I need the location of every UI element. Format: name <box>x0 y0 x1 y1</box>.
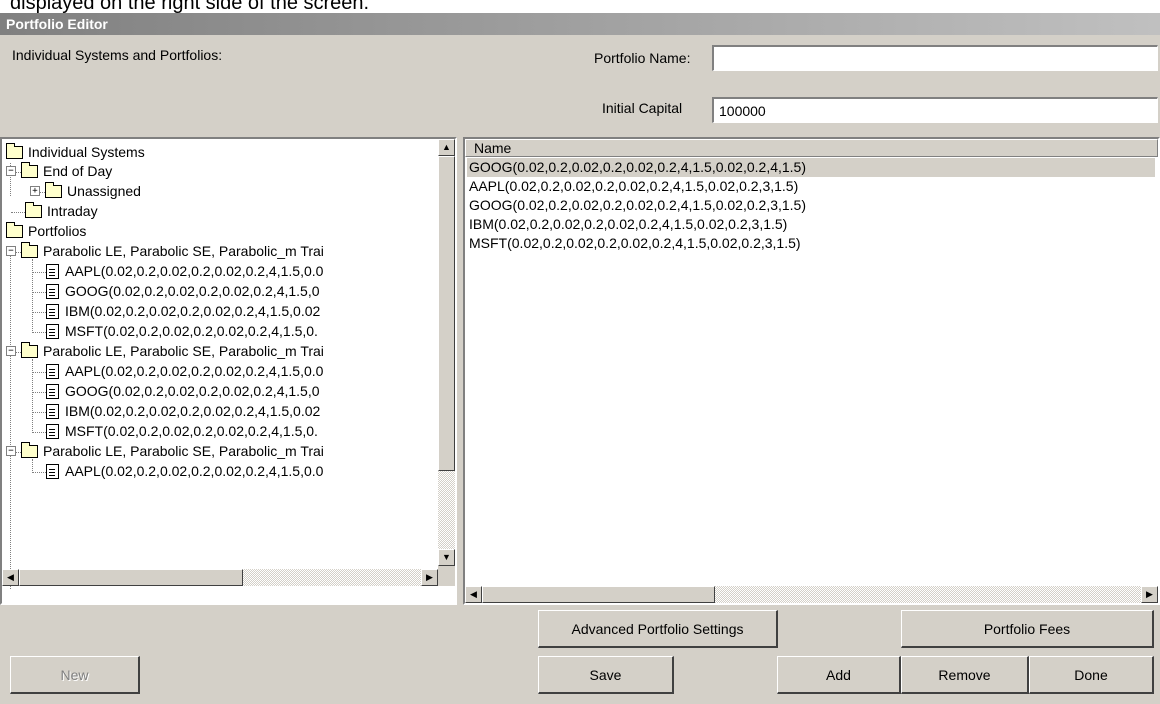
folder-icon <box>21 241 38 258</box>
tree-node-portfolio-group[interactable]: − Parabolic LE, Parabolic SE, Parabolic_m… <box>6 441 324 461</box>
document-icon <box>46 283 59 299</box>
tree-node-portfolios[interactable]: Portfolios <box>6 221 86 241</box>
tree-node-portfolio-group[interactable]: − Parabolic LE, Parabolic SE, Parabolic_m… <box>6 241 324 261</box>
collapse-minus-icon[interactable]: − <box>6 346 16 357</box>
tree-node-system-item[interactable]: MSFT(0.02,0.2,0.02,0.2,0.02,0.2,4,1.5,0. <box>32 421 318 441</box>
tree-node-portfolio-group[interactable]: − Parabolic LE, Parabolic SE, Parabolic_m… <box>6 341 324 361</box>
scroll-right-icon[interactable]: ▶ <box>421 569 438 586</box>
window-title: Portfolio Editor <box>0 13 1160 35</box>
document-icon <box>46 263 59 279</box>
tree-node-system-item[interactable]: AAPL(0.02,0.2,0.02,0.2,0.02,0.2,4,1.5,0.… <box>32 461 323 481</box>
scroll-right-icon[interactable]: ▶ <box>1141 586 1158 603</box>
tree-node-individual-systems[interactable]: Individual Systems <box>6 142 145 162</box>
tree-node-end-of-day[interactable]: − End of Day <box>6 161 112 181</box>
folder-icon <box>6 221 23 238</box>
initial-capital-input[interactable] <box>712 97 1158 123</box>
new-button[interactable]: New <box>10 656 140 694</box>
tree-node-system-item[interactable]: IBM(0.02,0.2,0.02,0.2,0.02,0.2,4,1.5,0.0… <box>32 301 320 321</box>
expand-plus-icon[interactable]: + <box>30 186 40 197</box>
scroll-left-icon[interactable]: ◀ <box>2 569 19 586</box>
advanced-portfolio-settings-button[interactable]: Advanced Portfolio Settings <box>538 610 778 648</box>
list-item[interactable]: MSFT(0.02,0.2,0.02,0.2,0.02,0.2,4,1.5,0.… <box>467 234 801 253</box>
collapse-minus-icon[interactable]: − <box>6 446 16 457</box>
tree-node-system-item[interactable]: GOOG(0.02,0.2,0.02,0.2,0.02,0.2,4,1.5,0 <box>32 381 320 401</box>
document-icon <box>46 363 59 379</box>
scroll-down-icon[interactable]: ▼ <box>438 549 455 566</box>
tree-node-unassigned[interactable]: + Unassigned <box>30 181 141 201</box>
collapse-minus-icon[interactable]: − <box>6 166 16 177</box>
column-header-name[interactable]: Name <box>465 139 1158 157</box>
list-item[interactable]: AAPL(0.02,0.2,0.02,0.2,0.02,0.2,4,1.5,0.… <box>467 177 798 196</box>
save-button[interactable]: Save <box>538 656 674 694</box>
tree-node-intraday[interactable]: Intraday <box>11 201 98 221</box>
list-horizontal-scroll-thumb[interactable] <box>482 586 715 603</box>
tree-node-system-item[interactable]: AAPL(0.02,0.2,0.02,0.2,0.02,0.2,4,1.5,0.… <box>32 361 323 381</box>
initial-capital-label: Initial Capital <box>602 100 683 116</box>
portfolio-name-label: Portfolio Name: <box>594 50 691 66</box>
list-item[interactable]: GOOG(0.02,0.2,0.02,0.2,0.02,0.2,4,1.5,0.… <box>467 196 806 215</box>
list-item[interactable]: IBM(0.02,0.2,0.02,0.2,0.02,0.2,4,1.5,0.0… <box>467 215 787 234</box>
folder-icon <box>6 142 23 159</box>
systems-portfolios-label: Individual Systems and Portfolios: <box>12 47 223 63</box>
tree-vertical-scroll-thumb[interactable] <box>438 156 455 471</box>
add-button[interactable]: Add <box>777 656 901 694</box>
portfolio-name-input[interactable] <box>712 45 1158 71</box>
document-icon <box>46 403 59 419</box>
portfolio-fees-button[interactable]: Portfolio Fees <box>901 610 1154 648</box>
folder-icon <box>45 181 62 198</box>
document-icon <box>46 463 59 479</box>
portfolio-editor-window: Portfolio Editor Individual Systems and … <box>0 13 1160 704</box>
folder-icon <box>21 341 38 358</box>
list-item[interactable]: GOOG(0.02,0.2,0.02,0.2,0.02,0.2,4,1.5,0.… <box>467 158 1155 177</box>
collapse-minus-icon[interactable]: − <box>6 246 16 257</box>
folder-icon <box>25 201 42 218</box>
tree-node-system-item[interactable]: MSFT(0.02,0.2,0.02,0.2,0.02,0.2,4,1.5,0. <box>32 321 318 341</box>
tree-node-system-item[interactable]: AAPL(0.02,0.2,0.02,0.2,0.02,0.2,4,1.5,0.… <box>32 261 323 281</box>
document-icon <box>46 423 59 439</box>
portfolio-items-list[interactable]: Name GOOG(0.02,0.2,0.02,0.2,0.02,0.2,4,1… <box>463 137 1160 605</box>
remove-button[interactable]: Remove <box>901 656 1029 694</box>
folder-icon <box>21 441 38 458</box>
scroll-up-icon[interactable]: ▲ <box>438 139 455 156</box>
tree-node-system-item[interactable]: GOOG(0.02,0.2,0.02,0.2,0.02,0.2,4,1.5,0 <box>32 281 320 301</box>
done-button[interactable]: Done <box>1029 656 1154 694</box>
tree-node-system-item[interactable]: IBM(0.02,0.2,0.02,0.2,0.02,0.2,4,1.5,0.0… <box>32 401 320 421</box>
document-icon <box>46 303 59 319</box>
tree-horizontal-scroll-thumb[interactable] <box>19 569 243 586</box>
scroll-left-icon[interactable]: ◀ <box>465 586 482 603</box>
folder-icon <box>21 161 38 178</box>
systems-tree-panel[interactable]: Individual Systems − End of Day + Unassign… <box>0 137 457 605</box>
document-icon <box>46 383 59 399</box>
document-icon <box>46 323 59 339</box>
